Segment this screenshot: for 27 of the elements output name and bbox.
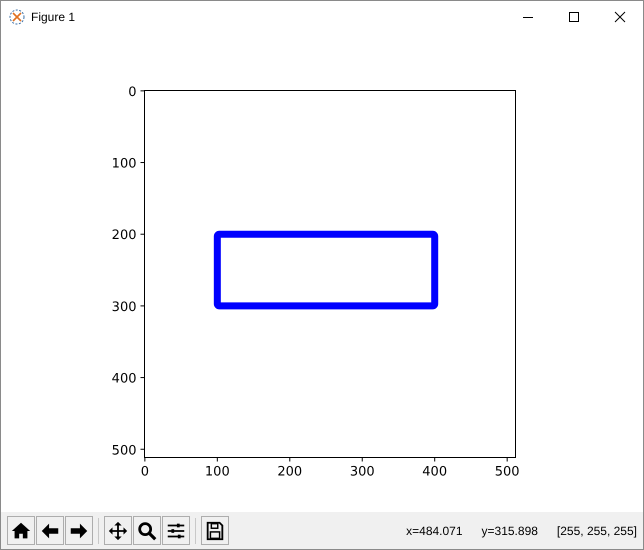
forward-button[interactable]: [65, 516, 93, 545]
status-text: y=315.898: [482, 524, 538, 538]
y-tick-label: 500: [112, 443, 136, 458]
search-icon: [136, 520, 158, 542]
x-tick-label: 100: [204, 464, 230, 480]
y-tick-label: 300: [112, 300, 136, 315]
save-icon: [204, 520, 226, 542]
back-button[interactable]: [36, 516, 64, 545]
zoom-button[interactable]: [133, 516, 161, 545]
home-button[interactable]: [7, 516, 35, 545]
x-tick-label: 300: [350, 464, 375, 480]
move-arrows-icon: [107, 520, 129, 542]
configure-button[interactable]: [162, 516, 190, 545]
pan-button[interactable]: [104, 516, 132, 545]
y-tick-label: 200: [112, 228, 136, 244]
x-tick-label: 400: [422, 464, 448, 480]
y-tick-label: 0: [128, 84, 136, 100]
x-tick-label: 500: [494, 464, 520, 480]
y-tick-label: 100: [112, 156, 136, 172]
y-tick-label: 400: [112, 372, 136, 387]
status-text: x=484.071: [406, 524, 463, 538]
x-tick-label: 0: [140, 464, 149, 480]
save-button[interactable]: [201, 516, 229, 545]
app-icon: [9, 8, 25, 24]
status-text: [255, 255, 255]: [556, 524, 637, 538]
window-title: Figure 1: [31, 10, 76, 24]
x-tick-label: 200: [277, 464, 302, 480]
